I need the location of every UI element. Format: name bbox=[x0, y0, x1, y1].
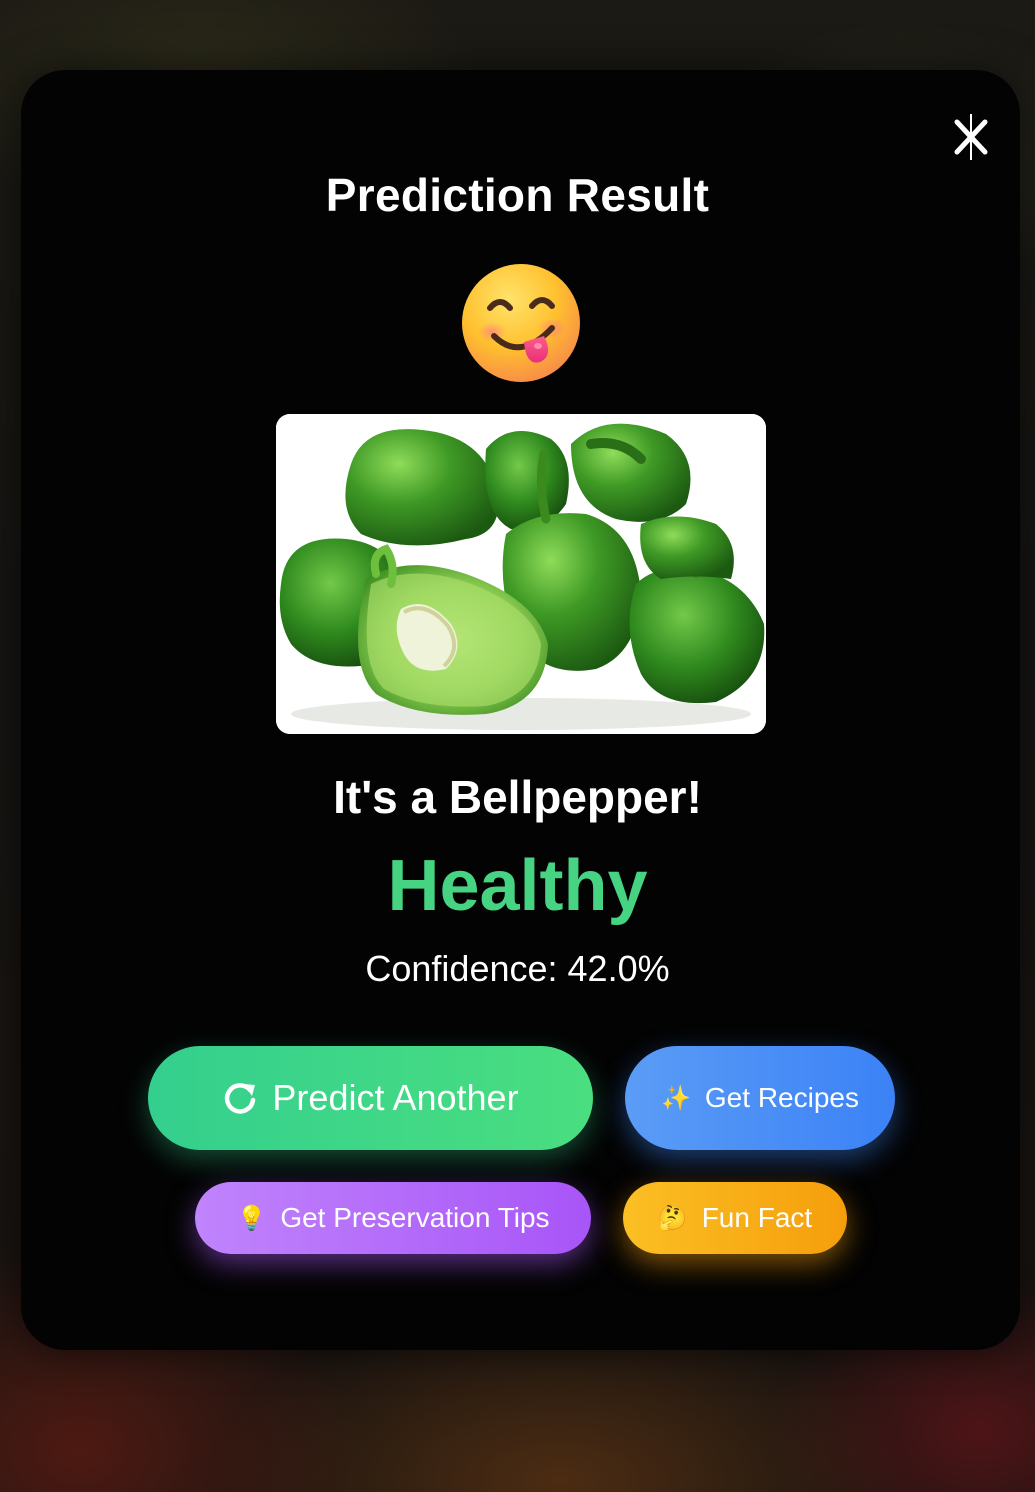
health-status: Healthy bbox=[387, 846, 648, 926]
get-recipes-label: Get Recipes bbox=[704, 1082, 859, 1113]
fun-fact-button[interactable]: 🤔 Fun Fact bbox=[623, 1182, 847, 1254]
predict-another-button[interactable]: Predict Another bbox=[148, 1046, 593, 1150]
close-button[interactable] bbox=[948, 110, 994, 164]
refresh-icon bbox=[222, 1080, 258, 1116]
get-preservation-tips-button[interactable]: 💡 Get Preservation Tips bbox=[195, 1182, 591, 1254]
prediction-label: It's a Bellpepper! bbox=[333, 771, 702, 823]
predict-another-label: Predict Another bbox=[272, 1077, 519, 1118]
sparkles-icon: ✨ bbox=[661, 1084, 691, 1112]
fun-fact-label: Fun Fact bbox=[701, 1202, 813, 1233]
lightbulb-icon: 💡 bbox=[236, 1204, 267, 1232]
get-recipes-button[interactable]: ✨ Get Recipes bbox=[625, 1046, 895, 1150]
confidence-text: Confidence: 42.0% bbox=[365, 948, 670, 989]
modal-title: Prediction Result bbox=[325, 169, 710, 221]
bellpepper-photo bbox=[276, 414, 766, 734]
close-icon bbox=[954, 114, 988, 160]
thinking-face-icon: 🤔 bbox=[657, 1204, 688, 1232]
get-preservation-tips-label: Get Preservation Tips bbox=[280, 1202, 550, 1233]
bellpepper-image bbox=[276, 414, 766, 734]
face-savoring-food-emoji bbox=[462, 264, 580, 382]
